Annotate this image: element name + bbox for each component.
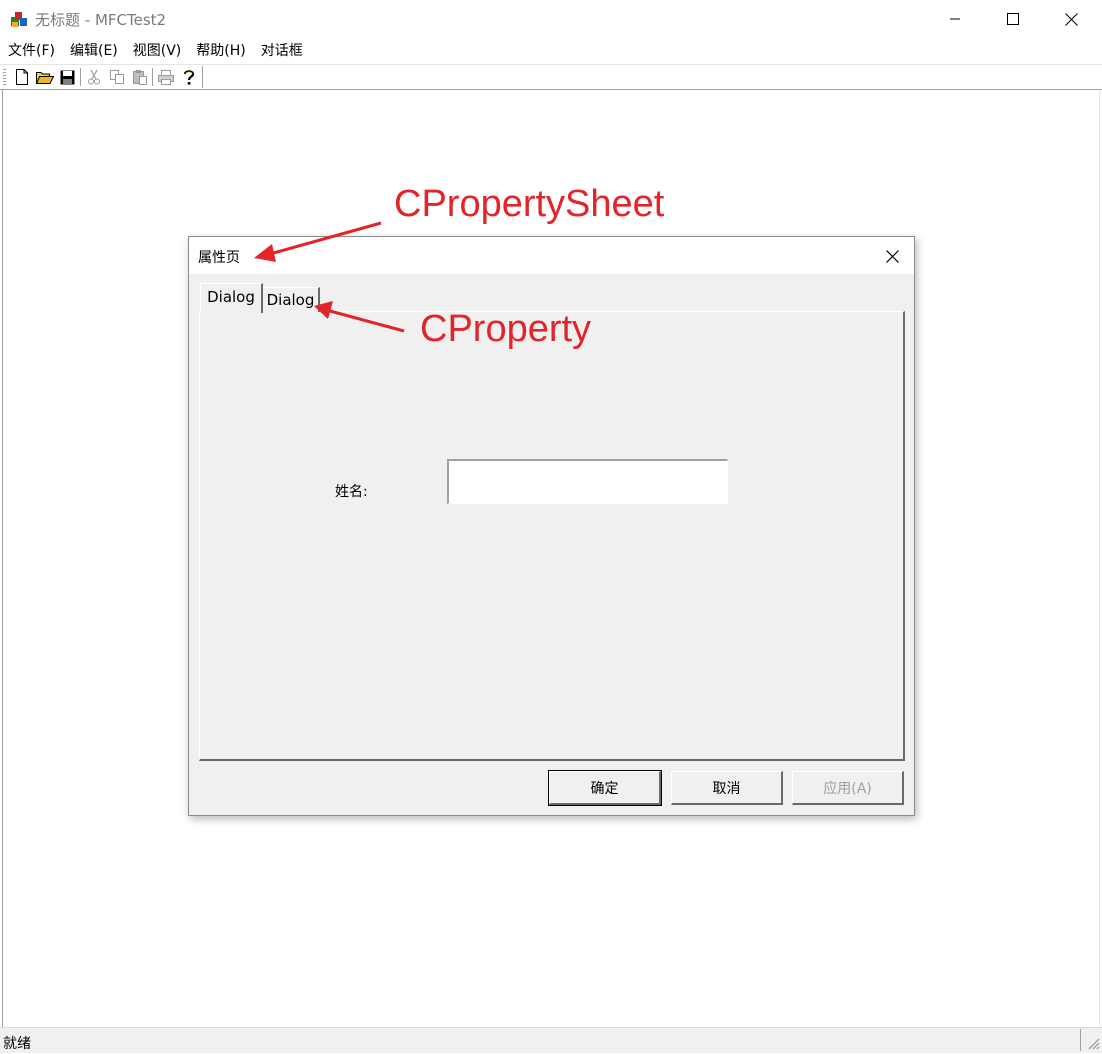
dialog-title: 属性页	[198, 250, 240, 266]
annotation-cpropertysheet: CPropertySheet	[394, 183, 665, 225]
close-icon	[885, 249, 899, 263]
menu-dialog[interactable]: 对话框	[253, 38, 310, 64]
menu-help[interactable]: 帮助(H)	[188, 38, 252, 64]
annotation-cproperty: CProperty	[420, 308, 592, 350]
app-icon[interactable]	[9, 9, 29, 29]
toolbar	[0, 64, 1102, 90]
name-label: 姓名:	[335, 484, 368, 500]
status-pane-divider	[1080, 1029, 1081, 1051]
close-icon	[1064, 12, 1078, 26]
tab-dialog-2[interactable]: Dialog	[262, 287, 320, 312]
paste-button[interactable]	[128, 66, 151, 88]
minimize-icon	[950, 18, 960, 20]
status-bar: 就绪	[0, 1027, 1102, 1053]
save-icon	[60, 70, 75, 84]
open-folder-icon	[35, 72, 54, 84]
close-button[interactable]	[1042, 0, 1100, 38]
copy-icon	[109, 70, 124, 84]
toolbar-separator	[80, 68, 81, 86]
maximize-icon	[1007, 13, 1019, 25]
menu-bar: 文件(F) 编辑(E) 视图(V) 帮助(H) 对话框	[0, 38, 1102, 64]
paste-icon	[132, 70, 147, 85]
apply-button[interactable]: 应用(A)	[792, 771, 904, 805]
resize-grip-icon	[1088, 1038, 1100, 1050]
print-icon	[157, 69, 174, 85]
print-button[interactable]	[154, 66, 177, 88]
window-title: 无标题 - MFCTest2	[35, 11, 167, 29]
toolbar-separator	[152, 68, 153, 86]
help-icon	[183, 69, 194, 85]
title-bar[interactable]: 无标题 - MFCTest2	[0, 0, 1102, 38]
help-button[interactable]	[177, 66, 200, 88]
dialog-title-bar[interactable]: 属性页	[189, 237, 914, 274]
cut-button[interactable]	[82, 66, 105, 88]
menu-file[interactable]: 文件(F)	[0, 38, 62, 64]
ok-button[interactable]: 确定	[548, 770, 662, 806]
menu-edit[interactable]: 编辑(E)	[62, 38, 125, 64]
toolbar-end-separator	[202, 66, 203, 88]
minimize-button[interactable]	[926, 0, 984, 38]
cancel-button[interactable]: 取消	[671, 771, 783, 805]
new-button[interactable]	[10, 66, 33, 88]
toolbar-grip[interactable]	[3, 69, 6, 85]
open-button[interactable]	[33, 66, 56, 88]
name-input[interactable]	[447, 459, 728, 504]
property-page	[199, 311, 905, 761]
maximize-button[interactable]	[984, 0, 1042, 38]
save-button[interactable]	[56, 66, 79, 88]
resize-grip[interactable]	[1086, 1036, 1100, 1050]
menu-view[interactable]: 视图(V)	[125, 38, 189, 64]
dialog-close-button[interactable]	[879, 245, 905, 267]
new-icon	[15, 69, 28, 85]
status-text: 就绪	[3, 1036, 31, 1052]
cut-icon	[87, 69, 100, 85]
copy-button[interactable]	[105, 66, 128, 88]
tab-dialog-1[interactable]: Dialog	[200, 283, 263, 313]
